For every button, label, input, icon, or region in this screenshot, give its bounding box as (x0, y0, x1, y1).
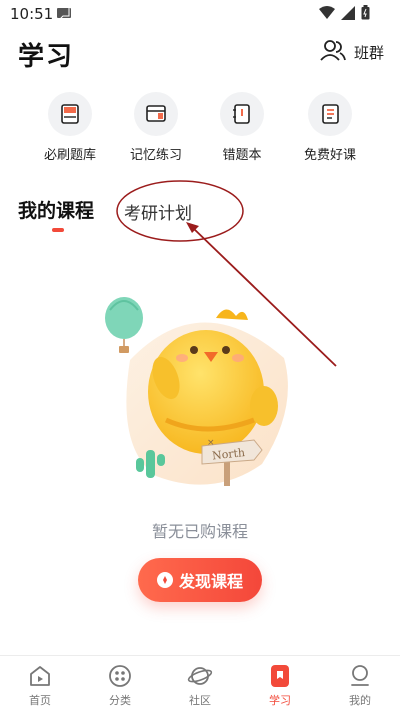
mistake-book-button[interactable]: 错题本 (200, 92, 284, 163)
free-course-label: 免费好课 (303, 148, 356, 163)
nav-label-profile: 我的 (349, 694, 371, 707)
class-group-label: 班群 (353, 43, 384, 62)
question-bank-button[interactable]: 必刷题库 (28, 92, 112, 163)
svg-text:×: × (207, 438, 215, 448)
page-title: 学习 (18, 42, 75, 72)
wifi-icon (319, 5, 335, 24)
group-icon (320, 38, 346, 66)
nav-label-study: 学习 (269, 694, 291, 707)
tab-my-courses[interactable]: 我的课程 (18, 196, 94, 223)
nav-item-study[interactable]: 学习 (240, 664, 320, 708)
nav-label-category: 分类 (109, 694, 131, 707)
nav-item-profile[interactable]: 我的 (320, 664, 400, 708)
free-course-button[interactable]: 免费好课 (288, 92, 372, 163)
nav-label-home: 首页 (29, 694, 51, 707)
empty-courses-illustration: North × (105, 297, 288, 486)
status-bar: 10:51 (0, 0, 400, 28)
status-time: 10:51 (10, 5, 54, 23)
class-group-button[interactable]: 班群 (320, 38, 384, 66)
study-icon (240, 664, 320, 688)
course-tabs: 我的课程 考研计划 (0, 196, 400, 236)
community-icon (160, 664, 240, 688)
question-bank-icon (48, 92, 92, 136)
discover-courses-label: 发现课程 (178, 572, 243, 591)
tab-indicator (52, 228, 64, 232)
nav-item-community[interactable]: 社区 (160, 664, 240, 708)
question-bank-label: 必刷题库 (43, 148, 96, 163)
notification-icon (56, 6, 72, 25)
free-course-icon (308, 92, 352, 136)
compass-icon (156, 572, 173, 588)
nav-label-community: 社区 (189, 694, 211, 707)
memory-practice-icon (134, 92, 178, 136)
battery-icon (361, 5, 370, 24)
nav-item-category[interactable]: 分类 (80, 664, 160, 708)
bottom-nav: 首页 分类 社区 学习 我的 (0, 655, 400, 711)
profile-icon (320, 664, 400, 688)
nav-item-home[interactable]: 首页 (0, 664, 80, 708)
memory-practice-label: 记忆练习 (129, 148, 182, 163)
quick-actions: 必刷题库 记忆练习 错题本 免费好课 (0, 92, 400, 168)
empty-state-message: 暂无已购课程 (151, 522, 248, 541)
mistake-book-icon (220, 92, 264, 136)
mistake-book-label: 错题本 (222, 148, 262, 163)
tab-exam-plan[interactable]: 考研计划 (124, 199, 192, 224)
discover-courses-button[interactable]: 发现课程 (138, 558, 262, 602)
home-icon (0, 664, 80, 688)
category-icon (80, 664, 160, 688)
signal-icon (341, 5, 355, 24)
memory-practice-button[interactable]: 记忆练习 (114, 92, 198, 163)
